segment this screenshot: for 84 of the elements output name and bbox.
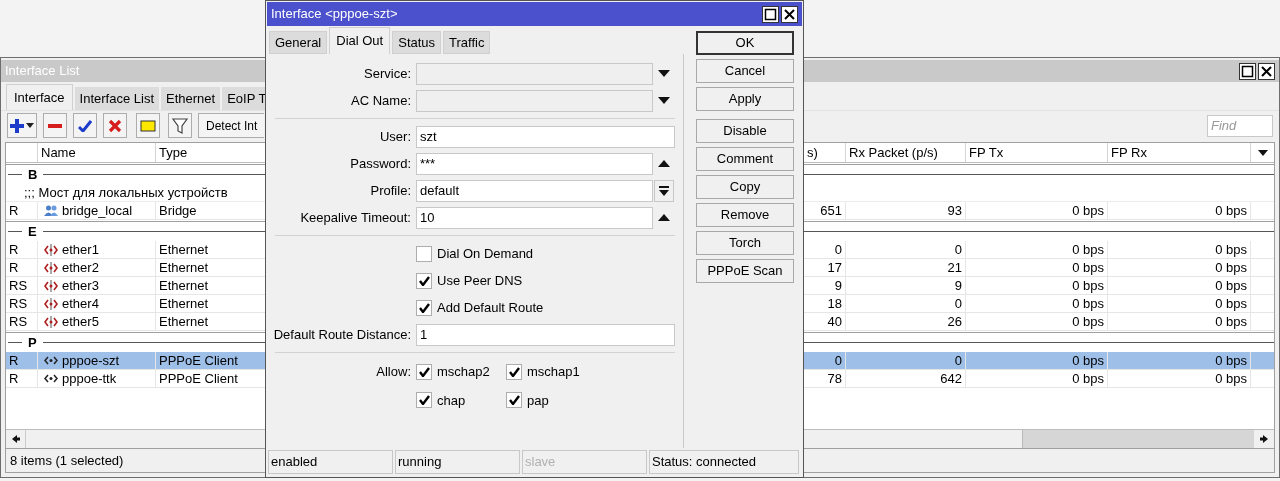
table-cell-text: R	[9, 201, 19, 220]
table-cell-text: Ethernet	[159, 276, 209, 295]
table-cell-text: ether5	[62, 312, 99, 331]
table-cell-text: 0 bps	[1215, 201, 1247, 220]
status-cell: running	[395, 450, 520, 474]
checkbox-label: pap	[527, 391, 549, 410]
field-label: AC Name:	[351, 91, 411, 110]
table-cell-text: Ethernet	[159, 258, 209, 277]
table-cell-text: R	[9, 369, 19, 388]
table-cell-text: 0 bps	[1215, 258, 1247, 277]
table-cell-text: PPPoE Client	[159, 369, 238, 388]
table-cell-text: 0	[834, 351, 842, 370]
field-label: Default Route Distance:	[273, 325, 411, 344]
table-cell-text: 0 bps	[1215, 369, 1247, 388]
table-cell-text: 0 bps	[1072, 351, 1104, 370]
table-cell-text: R	[9, 351, 19, 370]
checkbox-label: Dial On Demand	[437, 244, 534, 263]
table-cell-text: 0	[954, 351, 962, 370]
table-cell-text: Bridge	[159, 201, 197, 220]
table-cell-text: 40	[827, 312, 842, 331]
table-cell-text: 0 bps	[1072, 276, 1104, 295]
checkbox-label: mschap2	[437, 363, 490, 381]
table-cell-text: 0	[954, 240, 962, 259]
status-cell: Status: connected	[649, 450, 799, 474]
status-text: 8 items (1 selected)	[10, 451, 124, 470]
field-label: User:	[379, 127, 411, 146]
table-cell-text: RS	[9, 276, 28, 295]
table-cell-text: ether3	[62, 276, 99, 295]
table-cell-text: ether4	[62, 294, 99, 313]
table-cell-text: RS	[9, 294, 28, 313]
table-cell-text: 0 bps	[1072, 294, 1104, 313]
comment-text: ;;; Мост для локальных устройств	[24, 183, 228, 202]
table-cell-text: 0 bps	[1072, 258, 1104, 277]
table-cell-text: 651	[820, 201, 842, 220]
column-header: FP Tx	[966, 143, 1108, 162]
status-cell: enabled	[268, 450, 393, 474]
table-cell-text: 0 bps	[1072, 240, 1104, 259]
column-header: FP Rx	[1108, 143, 1251, 162]
checkbox-label: Use Peer DNS	[437, 271, 523, 290]
field-label: Keepalive Timeout:	[300, 208, 411, 227]
field-label: Service:	[364, 64, 411, 83]
table-cell-text: Ethernet	[159, 294, 209, 313]
table-cell-text: pppoe-ttk	[62, 369, 117, 388]
table-cell-text: 9	[954, 276, 962, 295]
table-cell-text: 0 bps	[1072, 201, 1104, 220]
table-cell-text: 17	[827, 258, 842, 277]
table-cell-text: bridge_local	[62, 201, 133, 220]
table-cell-text: RS	[9, 312, 28, 331]
table-cell-text: 0 bps	[1072, 312, 1104, 331]
group-label: B	[27, 165, 39, 184]
status-cell: slave	[522, 450, 647, 474]
table-cell-text: PPPoE Client	[159, 351, 238, 370]
table-cell-text: R	[9, 240, 19, 259]
table-cell-text: 0 bps	[1215, 240, 1247, 259]
group-label: P	[27, 333, 38, 352]
window-title: Interface <pppoe-szt>	[271, 5, 398, 24]
table-cell-text: 26	[947, 312, 962, 331]
table-cell-text: 642	[940, 369, 962, 388]
table-cell-text: 21	[947, 258, 962, 277]
column-header: Name	[38, 143, 156, 162]
table-cell-text: R	[9, 258, 19, 277]
checkbox-label: chap	[437, 391, 466, 410]
table-cell-text: 0	[954, 294, 962, 313]
table-cell-text: 0 bps	[1072, 369, 1104, 388]
table-cell-text: 78	[827, 369, 842, 388]
checkbox-label: mschap1	[527, 363, 580, 381]
table-cell-text: Ethernet	[159, 312, 209, 331]
table-cell-text: ether2	[62, 258, 99, 277]
table-cell-text: 0 bps	[1215, 294, 1247, 313]
table-cell-text: 18	[827, 294, 842, 313]
table-cell-text: 0 bps	[1215, 351, 1247, 370]
table-cell-text: ether1	[62, 240, 99, 259]
table-cell-text: 0	[834, 240, 842, 259]
table-cell-text: 0 bps	[1215, 312, 1247, 331]
checkbox-label: Add Default Route	[437, 298, 544, 317]
table-cell-text: 93	[947, 201, 962, 220]
table-cell-text: 0 bps	[1215, 276, 1247, 295]
field-label: Profile:	[370, 181, 411, 200]
table-cell-text: Ethernet	[159, 240, 209, 259]
column-header: Rx Packet (p/s)	[846, 143, 966, 162]
group-label: E	[27, 222, 38, 241]
field-label: Allow:	[376, 363, 411, 381]
table-cell-text: 9	[834, 276, 842, 295]
table-cell-text: pppoe-szt	[62, 351, 120, 370]
